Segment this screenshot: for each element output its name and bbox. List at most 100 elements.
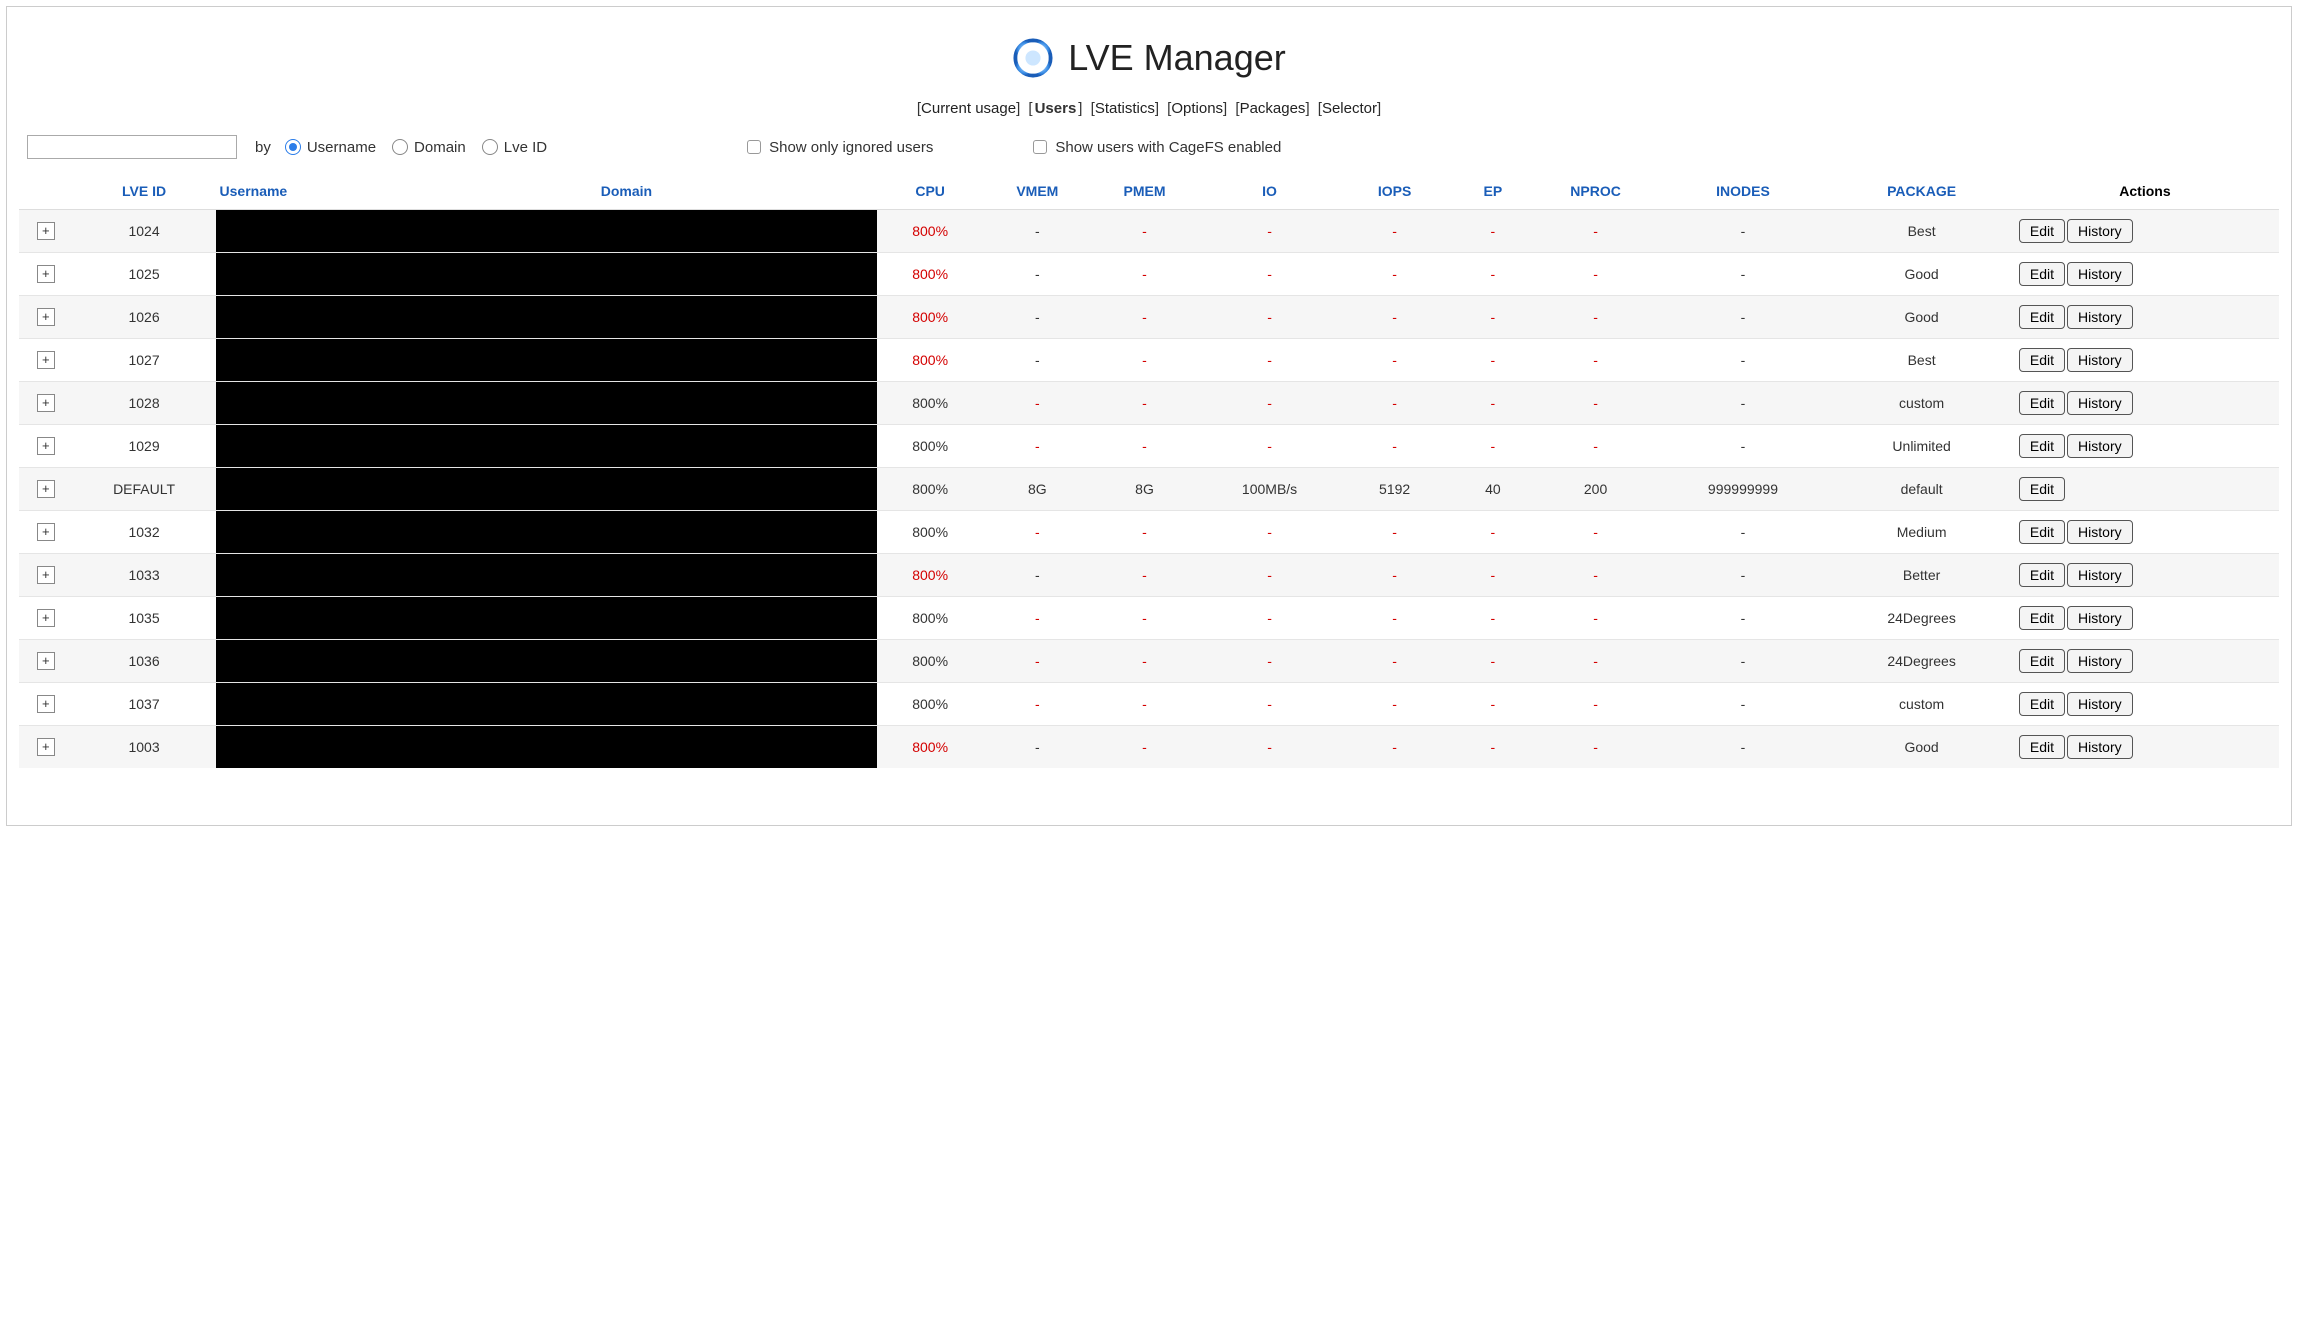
expand-button[interactable]: + — [37, 695, 55, 713]
nav-tab-statistics[interactable]: [Statistics] — [1091, 100, 1159, 117]
nav-tabs: [Current usage] [Users] [Statistics] [Op… — [7, 100, 2291, 117]
cell-lve-id: 1003 — [73, 726, 216, 769]
redacted-block — [216, 382, 377, 424]
cell-inodes: - — [1654, 425, 1833, 468]
col-iops[interactable]: IOPS — [1341, 173, 1448, 210]
cell-io: - — [1198, 640, 1341, 683]
search-input[interactable] — [27, 135, 237, 159]
cell-package: 24Degrees — [1832, 640, 2011, 683]
col-cpu[interactable]: CPU — [877, 173, 984, 210]
cell-username — [216, 468, 377, 511]
redacted-block — [376, 683, 876, 725]
expand-button[interactable]: + — [37, 308, 55, 326]
cell-domain — [376, 339, 876, 382]
col-nproc[interactable]: NPROC — [1538, 173, 1654, 210]
col-vmem[interactable]: VMEM — [984, 173, 1091, 210]
cell-vmem: - — [984, 382, 1091, 425]
history-button[interactable]: History — [2067, 735, 2133, 759]
cell-io: - — [1198, 382, 1341, 425]
cell-username — [216, 683, 377, 726]
history-button[interactable]: History — [2067, 434, 2133, 458]
expand-button[interactable]: + — [37, 437, 55, 455]
edit-button[interactable]: Edit — [2019, 606, 2065, 630]
cell-iops: 5192 — [1341, 468, 1448, 511]
cell-package: custom — [1832, 683, 2011, 726]
cell-lve-id: 1033 — [73, 554, 216, 597]
edit-button[interactable]: Edit — [2019, 348, 2065, 372]
history-button[interactable]: History — [2067, 305, 2133, 329]
cell-io: - — [1198, 339, 1341, 382]
nav-tab-selector[interactable]: [Selector] — [1318, 100, 1381, 117]
nav-tab-users[interactable]: [Users] — [1028, 100, 1082, 117]
col-package[interactable]: PACKAGE — [1832, 173, 2011, 210]
edit-button[interactable]: Edit — [2019, 735, 2065, 759]
col-actions: Actions — [2011, 173, 2279, 210]
col-pmem[interactable]: PMEM — [1091, 173, 1198, 210]
expand-button[interactable]: + — [37, 566, 55, 584]
redacted-block — [376, 382, 876, 424]
edit-button[interactable]: Edit — [2019, 563, 2065, 587]
expand-button[interactable]: + — [37, 351, 55, 369]
radio-lve-id[interactable]: Lve ID — [482, 139, 547, 156]
table-row: +1037800%-------customEditHistory — [19, 683, 2279, 726]
nav-tab-current-usage[interactable]: [Current usage] — [917, 100, 1020, 117]
nav-tab-options[interactable]: [Options] — [1167, 100, 1227, 117]
checkbox-show-ignored[interactable]: Show only ignored users — [747, 139, 933, 156]
col-username[interactable]: Username — [216, 173, 377, 210]
expand-button[interactable]: + — [37, 738, 55, 756]
cell-io: - — [1198, 425, 1341, 468]
cell-ep: 40 — [1448, 468, 1537, 511]
history-button[interactable]: History — [2067, 520, 2133, 544]
edit-button[interactable]: Edit — [2019, 219, 2065, 243]
expand-button[interactable]: + — [37, 609, 55, 627]
redacted-block — [376, 296, 876, 338]
history-button[interactable]: History — [2067, 348, 2133, 372]
history-button[interactable]: History — [2067, 692, 2133, 716]
table-row: +1024800%-------BestEditHistory — [19, 210, 2279, 253]
redacted-block — [376, 425, 876, 467]
redacted-block — [376, 468, 876, 510]
history-button[interactable]: History — [2067, 606, 2133, 630]
cell-vmem: - — [984, 683, 1091, 726]
history-button[interactable]: History — [2067, 391, 2133, 415]
expand-button[interactable]: + — [37, 222, 55, 240]
col-ep[interactable]: EP — [1448, 173, 1537, 210]
edit-button[interactable]: Edit — [2019, 434, 2065, 458]
redacted-block — [216, 640, 377, 682]
cell-iops: - — [1341, 683, 1448, 726]
expand-button[interactable]: + — [37, 652, 55, 670]
col-lve-id[interactable]: LVE ID — [73, 173, 216, 210]
edit-button[interactable]: Edit — [2019, 477, 2065, 501]
edit-button[interactable]: Edit — [2019, 262, 2065, 286]
expand-button[interactable]: + — [37, 480, 55, 498]
history-button[interactable]: History — [2067, 649, 2133, 673]
edit-button[interactable]: Edit — [2019, 305, 2065, 329]
edit-button[interactable]: Edit — [2019, 649, 2065, 673]
nav-tab-packages[interactable]: [Packages] — [1235, 100, 1309, 117]
expand-button[interactable]: + — [37, 265, 55, 283]
cell-actions: EditHistory — [2011, 726, 2279, 769]
history-button[interactable]: History — [2067, 262, 2133, 286]
cell-vmem: - — [984, 339, 1091, 382]
edit-button[interactable]: Edit — [2019, 391, 2065, 415]
cell-pmem: - — [1091, 296, 1198, 339]
history-button[interactable]: History — [2067, 219, 2133, 243]
cell-vmem: - — [984, 253, 1091, 296]
edit-button[interactable]: Edit — [2019, 692, 2065, 716]
cell-nproc: - — [1538, 554, 1654, 597]
cell-domain — [376, 210, 876, 253]
cell-cpu: 800% — [877, 296, 984, 339]
expand-button[interactable]: + — [37, 394, 55, 412]
col-io[interactable]: IO — [1198, 173, 1341, 210]
checkbox-show-cagefs[interactable]: Show users with CageFS enabled — [1033, 139, 1281, 156]
col-domain[interactable]: Domain — [376, 173, 876, 210]
radio-username[interactable]: Username — [285, 139, 376, 156]
expand-button[interactable]: + — [37, 523, 55, 541]
edit-button[interactable]: Edit — [2019, 520, 2065, 544]
history-button[interactable]: History — [2067, 563, 2133, 587]
cell-pmem: - — [1091, 640, 1198, 683]
cell-actions: EditHistory — [2011, 296, 2279, 339]
radio-domain[interactable]: Domain — [392, 139, 466, 156]
col-inodes[interactable]: INODES — [1654, 173, 1833, 210]
cell-package: Better — [1832, 554, 2011, 597]
